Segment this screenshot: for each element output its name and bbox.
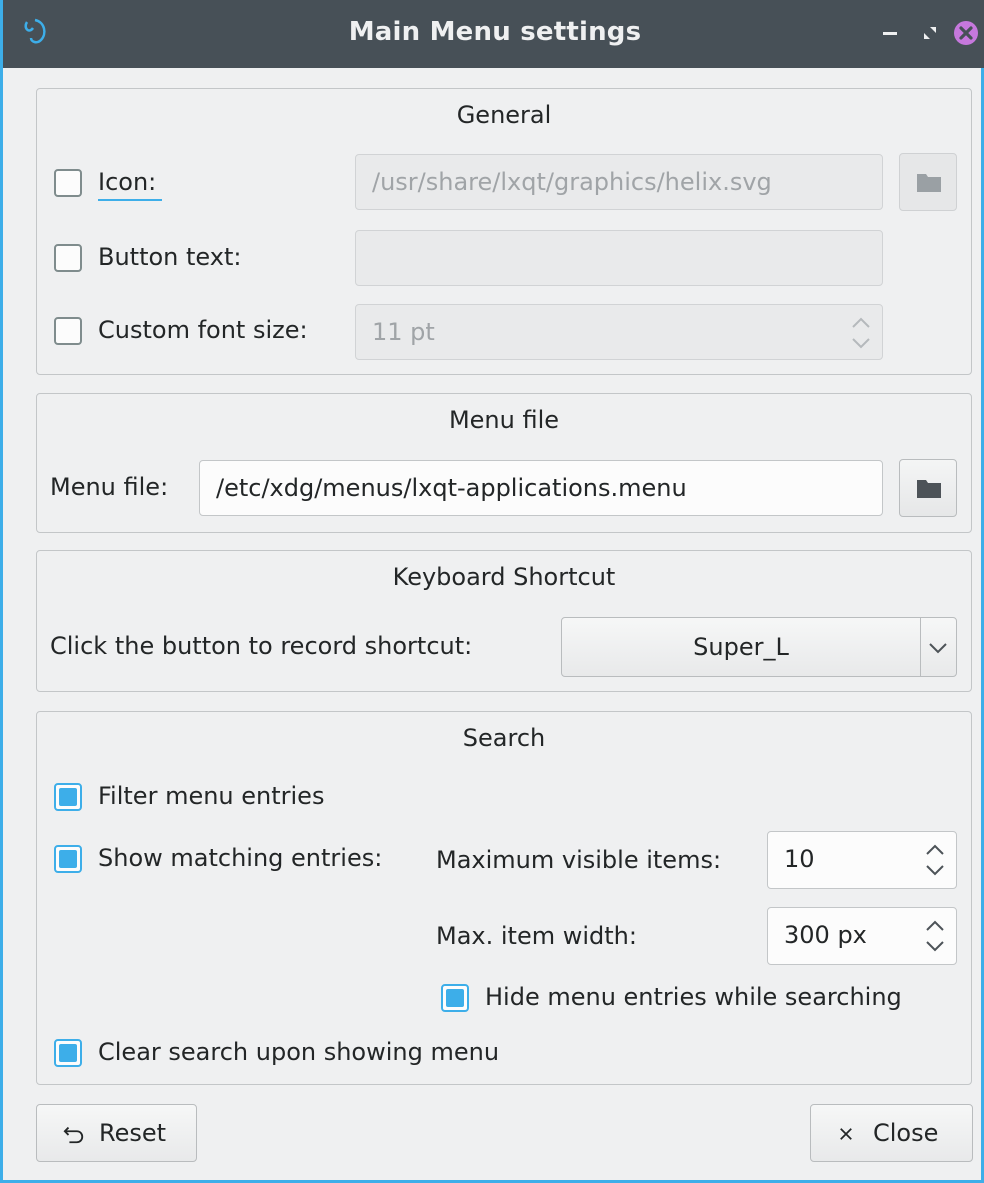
- font-size-spinbox[interactable]: 11 pt: [355, 304, 883, 360]
- shortcut-dropdown-divider: [920, 618, 921, 676]
- max-visible-spinbox[interactable]: 10: [767, 831, 957, 889]
- settings-window: Main Menu settings General Icon: /usr/sh…: [0, 0, 984, 1183]
- chevron-down-icon[interactable]: [928, 642, 948, 654]
- maximize-icon[interactable]: [915, 18, 945, 48]
- folder-icon: [917, 480, 941, 498]
- close-icon: [840, 1128, 852, 1140]
- icon-checkbox[interactable]: [54, 169, 82, 197]
- icon-label: Icon:: [98, 168, 157, 196]
- icon-browse-button[interactable]: [899, 153, 957, 211]
- reset-label: Reset: [99, 1119, 167, 1147]
- filter-entries-checkbox[interactable]: [54, 783, 82, 811]
- show-matching-label: Show matching entries:: [98, 844, 383, 872]
- title-bar[interactable]: Main Menu settings: [3, 0, 984, 68]
- search-group-title: Search: [462, 724, 546, 752]
- minimize-icon[interactable]: [875, 18, 905, 48]
- window-title: Main Menu settings: [348, 17, 642, 47]
- font-size-label: Custom font size:: [98, 316, 308, 344]
- max-width-spinbox[interactable]: 300 px: [767, 907, 957, 965]
- menu-file-browse-button[interactable]: [899, 459, 957, 517]
- hide-entries-label: Hide menu entries while searching: [485, 983, 902, 1011]
- filter-entries-label: Filter menu entries: [98, 782, 325, 810]
- menu-file-label: Menu file:: [50, 473, 169, 501]
- close-label: Close: [873, 1119, 939, 1147]
- menu-file-field[interactable]: /etc/xdg/menus/lxqt-applications.menu: [199, 460, 883, 516]
- show-matching-checkbox[interactable]: [54, 845, 82, 873]
- max-width-label: Max. item width:: [436, 922, 637, 950]
- spin-arrows-icon[interactable]: [922, 838, 948, 882]
- spin-arrows-icon[interactable]: [848, 311, 874, 355]
- clear-search-checkbox[interactable]: [54, 1039, 82, 1067]
- max-visible-label: Maximum visible items:: [436, 846, 722, 874]
- hide-entries-checkbox[interactable]: [441, 984, 469, 1012]
- reset-button[interactable]: Reset: [36, 1104, 197, 1162]
- shortcut-record-button[interactable]: Super_L: [561, 617, 957, 677]
- focus-underline: [98, 199, 162, 201]
- shortcut-value: Super_L: [693, 633, 789, 661]
- button-text-checkbox[interactable]: [54, 244, 82, 272]
- close-button[interactable]: Close: [810, 1104, 973, 1162]
- font-size-checkbox[interactable]: [54, 317, 82, 345]
- general-group-title: General: [456, 101, 552, 129]
- max-visible-value: 10: [784, 845, 815, 873]
- button-text-field[interactable]: [355, 230, 883, 286]
- shortcut-label: Click the button to record shortcut:: [50, 632, 473, 660]
- button-text-label: Button text:: [98, 243, 242, 271]
- folder-icon: [917, 174, 941, 192]
- clear-search-label: Clear search upon showing menu: [98, 1038, 500, 1066]
- search-group: Search: [36, 711, 972, 1085]
- keyboard-shortcut-group-title: Keyboard Shortcut: [392, 563, 616, 591]
- spin-arrows-icon[interactable]: [922, 914, 948, 958]
- max-width-value: 300 px: [784, 921, 867, 949]
- menu-file-group-title: Menu file: [448, 406, 560, 434]
- font-size-value: 11 pt: [372, 318, 435, 346]
- undo-icon: [63, 1126, 84, 1144]
- icon-path-field[interactable]: /usr/share/lxqt/graphics/helix.svg: [355, 154, 883, 210]
- close-window-icon[interactable]: [951, 18, 981, 48]
